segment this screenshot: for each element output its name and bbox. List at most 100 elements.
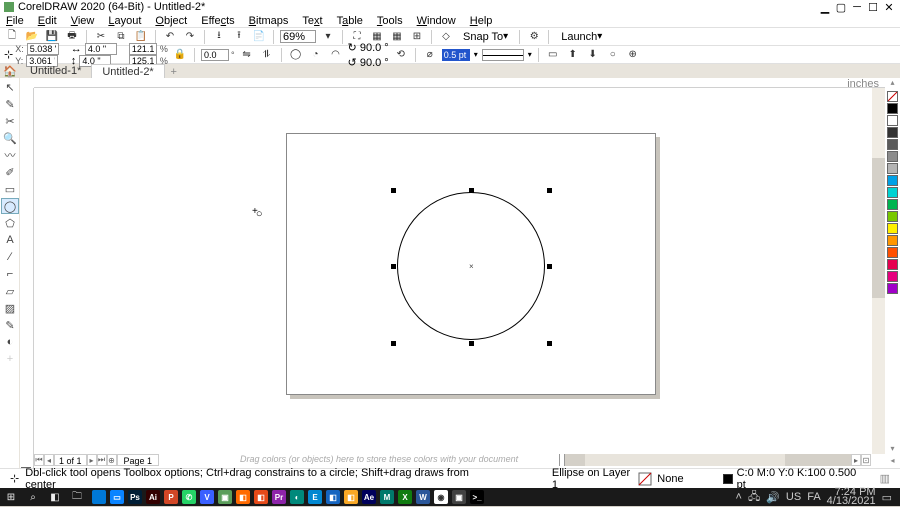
restore-inner-icon[interactable]: ▢ (834, 1, 848, 13)
handle-ne[interactable] (547, 188, 552, 193)
minimize-button[interactable]: ─ (850, 1, 864, 13)
color-proof-icon[interactable]: ▥ (880, 472, 890, 485)
export-button[interactable]: ⭱ (231, 29, 247, 45)
taskbar-app-11[interactable]: ◐ (290, 490, 304, 504)
transparency-tool[interactable]: ▨ (1, 300, 19, 316)
launch-dropdown[interactable]: Launch ▾ (555, 30, 608, 44)
color-swatch-7[interactable] (887, 187, 898, 198)
shape-tool[interactable]: ✎ (1, 96, 19, 112)
snap-to-dropdown[interactable]: Snap To ▾ (458, 30, 513, 44)
color-swatch-8[interactable] (887, 199, 898, 210)
handle-w[interactable] (391, 264, 396, 269)
taskbar-app-9[interactable]: ◧ (254, 490, 268, 504)
outline-width-input[interactable]: 0.5 pt (442, 49, 470, 61)
convert-curves-button[interactable]: ○ (605, 47, 621, 63)
color-swatch-10[interactable] (887, 223, 898, 234)
task-view-button[interactable]: ◧ (44, 488, 66, 506)
color-swatch-11[interactable] (887, 235, 898, 246)
menu-tools[interactable]: Tools (377, 15, 403, 27)
color-swatch-6[interactable] (887, 175, 898, 186)
freehand-tool[interactable]: 〰 (1, 147, 19, 163)
palette-down-button[interactable]: ▾ (885, 444, 900, 456)
last-page-button[interactable]: ⏭ (97, 454, 107, 466)
vertical-scrollbar[interactable] (872, 88, 885, 454)
menu-effects[interactable]: Effects (201, 15, 234, 27)
eyedropper-tool[interactable]: ✎ (1, 317, 19, 333)
notifications-button[interactable]: ▭ (882, 491, 892, 504)
no-color-swatch[interactable] (887, 91, 898, 102)
zoom-level-input[interactable]: 69% (280, 30, 316, 43)
taskbar-app-10[interactable]: Pr (272, 490, 286, 504)
obj-width-input[interactable] (85, 43, 117, 55)
outline-color-swatch[interactable] (723, 474, 733, 484)
taskbar-app-4[interactable]: P (164, 490, 178, 504)
new-tab-button[interactable]: + (165, 66, 183, 78)
color-palette[interactable]: ▴ ▾ ◂ (885, 78, 900, 468)
taskbar-app-0[interactable] (92, 490, 106, 504)
rectangle-tool[interactable]: ▭ (1, 181, 19, 197)
tray-network-icon[interactable]: 🖧 (748, 488, 760, 507)
fill-none-icon[interactable] (638, 471, 654, 487)
options-button[interactable]: ⚙ (526, 29, 542, 45)
line-style-dropdown[interactable] (482, 49, 524, 61)
search-button[interactable]: ⌕ (22, 488, 44, 506)
doc-tab-2[interactable]: Untitled-2* (91, 64, 164, 78)
horizontal-scrollbar[interactable] (565, 454, 851, 466)
taskbar-app-3[interactable]: Ai (146, 490, 160, 504)
lock-ratio-button[interactable]: 🔒 (172, 47, 188, 63)
handle-e[interactable] (547, 264, 552, 269)
add-page-button[interactable]: ⊕ (107, 454, 117, 466)
connector-tool[interactable]: ⌐ (1, 266, 19, 282)
start-button[interactable]: ⊞ (0, 488, 22, 506)
color-swatch-0[interactable] (887, 103, 898, 114)
taskbar-app-14[interactable]: ◧ (344, 490, 358, 504)
handle-se[interactable] (547, 341, 552, 346)
tray-lang2[interactable]: FA (807, 491, 820, 503)
minimize-inner-icon[interactable]: ▁ (818, 1, 832, 13)
tray-clock[interactable]: 7:24 PM 4/13/2021 (827, 488, 876, 506)
menu-view[interactable]: View (71, 15, 95, 27)
taskbar-app-13[interactable]: ◧ (326, 490, 340, 504)
arc-direction-button[interactable]: ⟲ (393, 47, 409, 63)
snap-off-button[interactable]: ◇ (438, 29, 454, 45)
palette-up-button[interactable]: ▴ (885, 78, 900, 90)
palette-expand-button[interactable]: ◂ (885, 456, 900, 468)
taskbar-app-20[interactable]: ▣ (452, 490, 466, 504)
ellipse-tool[interactable]: ◯ (1, 198, 19, 214)
text-tool[interactable]: A (1, 232, 19, 248)
taskbar-app-12[interactable]: E (308, 490, 322, 504)
fill-tool[interactable]: ◐ (1, 334, 19, 350)
polygon-tool[interactable]: ⬠ (1, 215, 19, 231)
menu-help[interactable]: Help (470, 15, 493, 27)
taskbar-app-8[interactable]: ◧ (236, 490, 250, 504)
pick-tool[interactable]: ↖ (1, 79, 19, 95)
zoom-dropdown-icon[interactable]: ▾ (320, 29, 336, 45)
show-guides-button[interactable]: ⊞ (409, 29, 425, 45)
taskbar-app-2[interactable]: Ps (128, 490, 142, 504)
close-button[interactable]: ✕ (882, 1, 896, 13)
first-page-button[interactable]: ⏮ (34, 454, 44, 466)
center-marker-icon[interactable]: × (469, 262, 474, 271)
tray-chevron-icon[interactable]: ˄ (736, 491, 742, 503)
color-swatch-3[interactable] (887, 139, 898, 150)
handle-sw[interactable] (391, 341, 396, 346)
menu-table[interactable]: Table (337, 15, 363, 27)
color-swatch-13[interactable] (887, 259, 898, 270)
home-tab-icon[interactable]: 🏠 (0, 64, 20, 78)
mirror-v-button[interactable]: ⥮ (259, 47, 275, 63)
arc-button[interactable]: ◠ (328, 47, 344, 63)
menu-file[interactable]: FFileile (6, 15, 24, 27)
to-back-button[interactable]: ⬇ (585, 47, 601, 63)
color-swatch-4[interactable] (887, 151, 898, 162)
page-tab-1[interactable]: Page 1 (117, 454, 160, 466)
show-grid-button[interactable]: ▦ (389, 29, 405, 45)
quick-custom-button[interactable]: ⊕ (625, 47, 641, 63)
zoom-tool[interactable]: 🔍 (1, 130, 19, 146)
taskbar-app-7[interactable]: ▣ (218, 490, 232, 504)
menu-window[interactable]: Window (417, 15, 456, 27)
artistic-media-tool[interactable]: ✐ (1, 164, 19, 180)
taskbar-app-1[interactable]: ▭ (110, 490, 124, 504)
menu-edit[interactable]: Edit (38, 15, 57, 27)
taskbar-app-19[interactable]: ◉ (434, 490, 448, 504)
taskbar-app-15[interactable]: Ae (362, 490, 376, 504)
